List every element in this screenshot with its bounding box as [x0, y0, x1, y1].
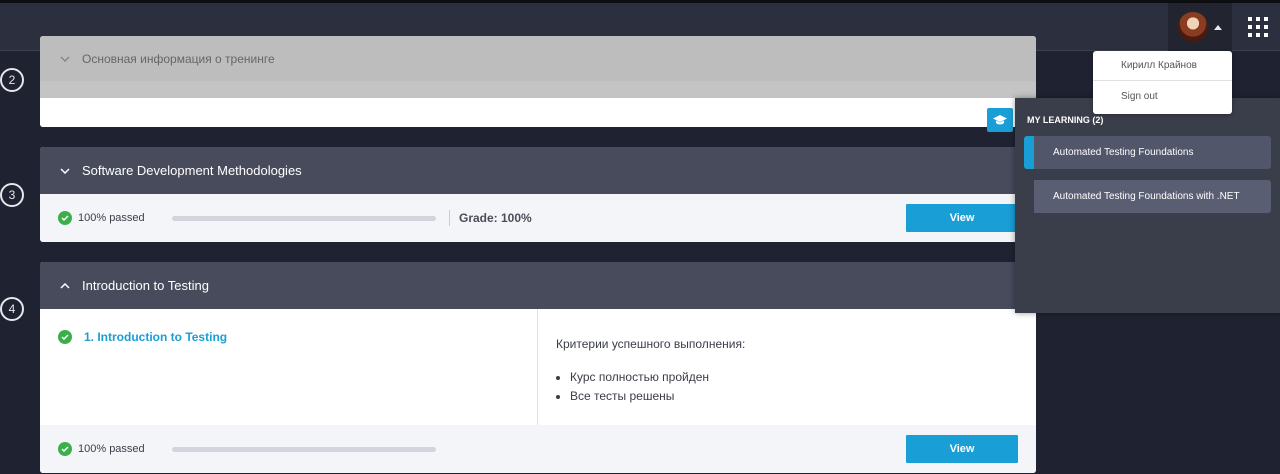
- progress-bar: [172, 446, 436, 452]
- user-avatar-button[interactable]: [1168, 3, 1232, 51]
- sign-out-link[interactable]: Sign out: [1093, 81, 1232, 111]
- status-text: 100% passed: [78, 443, 145, 455]
- user-name: Кирилл Крайнов: [1093, 51, 1232, 81]
- check-circle-icon: [58, 211, 72, 225]
- criteria-item: Курс полностью пройден: [570, 370, 745, 384]
- avatar: [1178, 12, 1208, 42]
- criteria-title: Критерии успешного выполнения:: [556, 337, 746, 351]
- module-footer: 100% passed Grade: 100% View: [40, 194, 1036, 242]
- module-title: Introduction to Testing: [82, 278, 209, 293]
- apps-grid-icon[interactable]: [1236, 3, 1280, 51]
- grade-text: Grade: 100%: [459, 211, 532, 225]
- step-number-3: 3: [0, 183, 24, 207]
- user-dropdown-menu: Кирилл Крайнов Sign out: [1093, 51, 1232, 114]
- criteria-list: Курс полностью пройден Все тесты решены: [556, 370, 745, 403]
- step-number-4: 4: [0, 297, 24, 321]
- step-number-2: 2: [0, 68, 24, 92]
- chevron-down-icon: [58, 164, 72, 178]
- graduation-cap-icon[interactable]: [987, 108, 1013, 132]
- module-title: Основная информация о тренинге: [82, 51, 275, 66]
- module-card-methodologies: Software Development Methodologies 100% …: [40, 147, 1036, 242]
- module-body: 1. Introduction to Testing Критерии успе…: [40, 309, 1036, 425]
- module-header[interactable]: Software Development Methodologies: [40, 147, 1036, 194]
- module-card-info: Основная информация о тренинге: [40, 36, 1036, 127]
- chevron-down-icon: [58, 52, 72, 66]
- criteria-item: Все тесты решены: [570, 389, 745, 403]
- module-title: Software Development Methodologies: [82, 163, 302, 178]
- lesson-link[interactable]: 1. Introduction to Testing: [84, 330, 227, 344]
- criteria-section: Критерии успешного выполнения: Курс полн…: [538, 309, 745, 425]
- panel-title: MY LEARNING (2): [1027, 115, 1104, 125]
- module-header[interactable]: Основная информация о тренинге: [40, 36, 1036, 81]
- view-button[interactable]: View: [906, 435, 1018, 463]
- module-footer: 100% passed View: [40, 425, 1036, 473]
- course-item[interactable]: Automated Testing Foundations with .NET: [1024, 180, 1271, 213]
- course-item[interactable]: Automated Testing Foundations: [1024, 136, 1271, 169]
- module-header[interactable]: Introduction to Testing: [40, 262, 1036, 309]
- chevron-up-icon: [58, 279, 72, 293]
- module-card-intro-testing: Introduction to Testing 1. Introduction …: [40, 262, 1036, 473]
- status-text: 100% passed: [78, 212, 145, 224]
- check-circle-icon: [58, 442, 72, 456]
- my-learning-panel: MY LEARNING (2) Automated Testing Founda…: [1015, 98, 1280, 313]
- view-button[interactable]: View: [906, 204, 1018, 232]
- check-circle-icon: [58, 330, 72, 344]
- progress-bar: [172, 215, 436, 221]
- caret-up-icon: [1214, 24, 1222, 30]
